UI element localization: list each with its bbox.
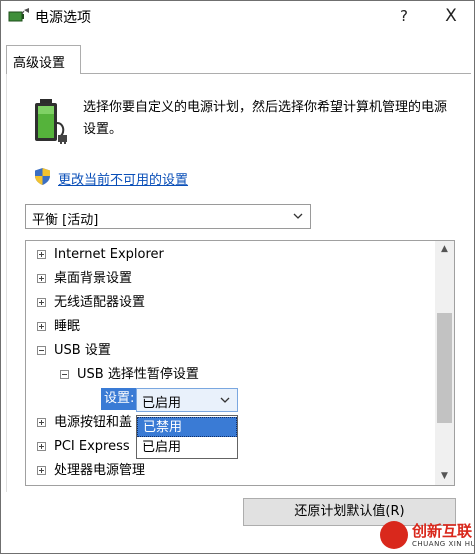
tab-advanced-settings[interactable]: 高级设置 bbox=[6, 45, 81, 74]
change-unavailable-settings-link[interactable]: 更改当前不可用的设置 bbox=[58, 169, 188, 188]
setting-value: 已启用 bbox=[142, 396, 182, 411]
option-disabled[interactable]: 已禁用 bbox=[137, 417, 237, 437]
power-options-window: 电源选项 ? X 高级设置 选择你要自定义的电源计划，然后选择你希望计算机管理的… bbox=[0, 0, 475, 554]
power-plan-select[interactable]: 平衡 [活动] bbox=[25, 204, 311, 229]
battery-icon bbox=[35, 99, 67, 144]
scroll-up-icon[interactable]: ▲ bbox=[435, 241, 454, 258]
option-enabled[interactable]: 已启用 bbox=[137, 438, 237, 458]
expand-icon[interactable] bbox=[37, 250, 46, 259]
window-title: 电源选项 bbox=[35, 10, 91, 26]
tab-label: 高级设置 bbox=[13, 56, 66, 71]
watermark-logo-icon bbox=[380, 521, 408, 549]
expand-icon[interactable] bbox=[37, 418, 46, 427]
power-settings-tree[interactable]: Internet Explorer 桌面背景设置 无线适配器设置 睡眠 USB … bbox=[25, 240, 455, 486]
tree-item-label: PCI Express bbox=[54, 439, 130, 454]
close-button[interactable]: X bbox=[428, 1, 474, 31]
uac-shield-icon bbox=[35, 168, 50, 185]
watermark-text: 创新互联 bbox=[412, 522, 473, 540]
scroll-thumb[interactable] bbox=[437, 313, 452, 423]
watermark-subtext: CHUANG XIN HU LIAN bbox=[412, 540, 474, 548]
tree-item-label: 睡眠 bbox=[54, 319, 81, 334]
tree-item-label: USB 选择性暂停设置 bbox=[77, 367, 199, 382]
watermark-logo: 创新互联 CHUANG XIN HU LIAN bbox=[378, 519, 474, 553]
tree-item-label: USB 设置 bbox=[54, 343, 111, 358]
power-plan-value: 平衡 [活动] bbox=[32, 213, 99, 228]
setting-label: 设置: bbox=[101, 388, 137, 410]
title-bar[interactable]: 电源选项 ? X bbox=[1, 1, 474, 31]
tree-item-label: 桌面背景设置 bbox=[54, 271, 133, 286]
setting-dropdown-list: 已禁用 已启用 bbox=[136, 415, 238, 459]
tree-item-label: Internet Explorer bbox=[54, 247, 164, 262]
expand-icon[interactable] bbox=[37, 442, 46, 451]
scroll-down-icon[interactable]: ▼ bbox=[435, 468, 454, 485]
collapse-icon[interactable] bbox=[60, 370, 69, 379]
tree-scrollbar[interactable]: ▲ ▼ bbox=[435, 241, 454, 485]
chevron-down-icon bbox=[220, 397, 230, 403]
tree-item-label: 无线适配器设置 bbox=[54, 295, 146, 310]
description-text: 选择你要自定义的电源计划，然后选择你希望计算机管理的电源设置。 bbox=[83, 100, 448, 137]
expand-icon[interactable] bbox=[37, 274, 46, 283]
expand-icon[interactable] bbox=[37, 466, 46, 475]
tree-item-label: 处理器电源管理 bbox=[54, 463, 146, 478]
collapse-icon[interactable] bbox=[37, 346, 46, 355]
chevron-down-icon bbox=[293, 213, 303, 219]
expand-icon[interactable] bbox=[37, 322, 46, 331]
usb-suspend-setting-select[interactable]: 已启用 bbox=[136, 388, 238, 412]
tree-item-label: 电源按钮和盖 bbox=[54, 415, 133, 430]
help-button[interactable]: ? bbox=[381, 1, 427, 31]
expand-icon[interactable] bbox=[37, 298, 46, 307]
power-options-icon bbox=[8, 8, 29, 22]
